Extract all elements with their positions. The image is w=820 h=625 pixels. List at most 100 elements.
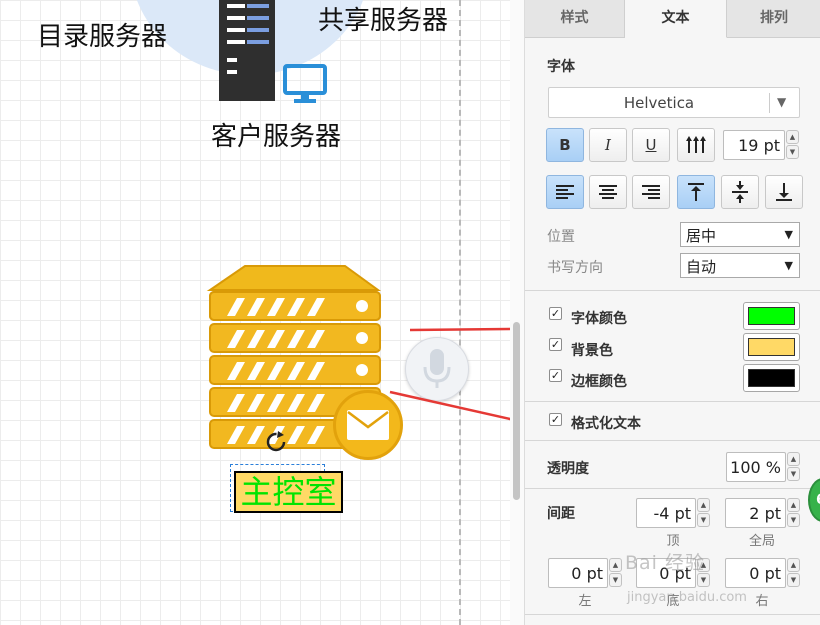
vertical-text-icon bbox=[686, 136, 706, 153]
stepper-up-icon[interactable]: ▲ bbox=[787, 558, 800, 572]
opacity-input[interactable]: 100 % bbox=[726, 452, 786, 482]
font-color-checkbox[interactable]: ✓ bbox=[549, 307, 562, 320]
spacing-global-input[interactable]: 2 pt bbox=[725, 498, 786, 528]
page-break-line bbox=[459, 0, 461, 625]
spacing-right-stepper[interactable]: ▲ ▼ bbox=[787, 558, 800, 588]
bold-button[interactable]: B bbox=[546, 128, 584, 162]
spacing-global-stepper[interactable]: ▲ ▼ bbox=[787, 498, 800, 528]
border-color-chip bbox=[748, 369, 795, 387]
section-divider bbox=[525, 401, 820, 402]
writing-direction-select[interactable]: 自动 ▼ bbox=[680, 253, 800, 278]
valign-bottom-icon bbox=[776, 183, 792, 201]
background-color-chip bbox=[748, 338, 795, 356]
position-label: 位置 bbox=[547, 229, 575, 245]
spacing-left-input[interactable]: 0 pt bbox=[548, 558, 608, 588]
formatted-text-checkbox[interactable]: ✓ bbox=[549, 413, 562, 426]
align-right-icon bbox=[642, 185, 660, 199]
spacing-top-input[interactable]: -4 pt bbox=[636, 498, 696, 528]
section-divider bbox=[525, 290, 820, 291]
background-color-swatch[interactable] bbox=[743, 333, 800, 361]
watermark-text: Bai 经验 bbox=[625, 552, 705, 574]
selected-text-label[interactable]: 主控室 bbox=[234, 471, 343, 513]
formatted-text-label: 格式化文本 bbox=[571, 416, 641, 432]
canvas-scrollbar-thumb[interactable] bbox=[513, 322, 520, 500]
border-color-swatch[interactable] bbox=[743, 364, 800, 392]
position-value: 居中 bbox=[686, 227, 717, 245]
align-left-button[interactable] bbox=[546, 175, 584, 209]
stepper-up-icon[interactable]: ▲ bbox=[786, 130, 799, 144]
spacing-label: 间距 bbox=[547, 506, 575, 522]
valign-middle-button[interactable] bbox=[721, 175, 759, 209]
stepper-down-icon[interactable]: ▼ bbox=[787, 513, 800, 527]
font-select-divider bbox=[769, 93, 770, 113]
section-divider bbox=[525, 440, 820, 441]
underline-button[interactable]: U bbox=[632, 128, 670, 162]
canvas-scrollbar-track[interactable] bbox=[510, 0, 524, 625]
border-color-checkbox[interactable]: ✓ bbox=[549, 369, 562, 382]
font-color-chip bbox=[748, 307, 795, 325]
section-divider bbox=[525, 488, 820, 489]
spacing-top-stepper[interactable]: ▲ ▼ bbox=[697, 498, 710, 528]
dropdown-arrow-icon: ▼ bbox=[784, 259, 793, 272]
stepper-up-icon[interactable]: ▲ bbox=[787, 498, 800, 512]
server-tower-icon[interactable] bbox=[219, 0, 277, 102]
spacing-top-label: 顶 bbox=[666, 534, 680, 549]
spacing-left-stepper[interactable]: ▲ ▼ bbox=[609, 558, 622, 588]
background-color-label: 背景色 bbox=[571, 343, 613, 359]
font-color-swatch[interactable] bbox=[743, 302, 800, 330]
format-panel: 样式 文本 排列 字体 Helvetica ▼ B I U 19 pt ▲ ▼ bbox=[524, 0, 820, 625]
stepper-down-icon[interactable]: ▼ bbox=[786, 145, 799, 159]
tab-style[interactable]: 样式 bbox=[525, 0, 625, 38]
tab-text[interactable]: 文本 bbox=[625, 0, 727, 38]
dropdown-arrow-icon: ▼ bbox=[777, 95, 787, 109]
microphone-icon bbox=[423, 349, 451, 388]
font-size-stepper[interactable]: ▲ ▼ bbox=[786, 130, 799, 160]
stepper-down-icon[interactable]: ▼ bbox=[787, 573, 800, 587]
diagram-canvas[interactable]: 目录服务器 共享服务器 客户服务器 主控室 bbox=[0, 0, 510, 625]
border-color-label: 边框颜色 bbox=[571, 374, 627, 390]
dropdown-arrow-icon: ▼ bbox=[784, 228, 793, 241]
align-center-button[interactable] bbox=[589, 175, 627, 209]
spacing-global-label: 全局 bbox=[748, 534, 775, 549]
font-section-title: 字体 bbox=[547, 59, 575, 75]
panel-tabs: 样式 文本 排列 bbox=[525, 0, 820, 38]
stepper-down-icon[interactable]: ▼ bbox=[697, 513, 710, 527]
font-family-select[interactable]: Helvetica ▼ bbox=[548, 87, 800, 118]
spacing-right-label: 右 bbox=[755, 594, 769, 609]
align-right-button[interactable] bbox=[632, 175, 670, 209]
voice-input-button[interactable] bbox=[405, 337, 469, 401]
tab-arrange[interactable]: 排列 bbox=[727, 0, 820, 38]
opacity-label: 透明度 bbox=[547, 461, 589, 477]
stepper-up-icon[interactable]: ▲ bbox=[787, 452, 800, 466]
valign-bottom-button[interactable] bbox=[765, 175, 803, 209]
position-select[interactable]: 居中 ▼ bbox=[680, 222, 800, 247]
stepper-down-icon[interactable]: ▼ bbox=[697, 573, 710, 587]
align-center-icon bbox=[599, 185, 617, 199]
vertical-text-button[interactable] bbox=[677, 128, 715, 162]
opacity-stepper[interactable]: ▲ ▼ bbox=[787, 452, 800, 482]
monitor-icon[interactable] bbox=[283, 64, 329, 104]
stepper-down-icon[interactable]: ▼ bbox=[787, 467, 800, 481]
font-size-input[interactable]: 19 pt bbox=[723, 130, 785, 160]
section-divider bbox=[525, 614, 820, 615]
label-directory-server[interactable]: 目录服务器 bbox=[37, 16, 167, 53]
italic-button[interactable]: I bbox=[589, 128, 627, 162]
background-color-checkbox[interactable]: ✓ bbox=[549, 338, 562, 351]
rotate-icon[interactable] bbox=[265, 430, 287, 452]
writing-direction-value: 自动 bbox=[686, 258, 717, 276]
label-client-server[interactable]: 客户服务器 bbox=[211, 116, 341, 153]
mail-icon[interactable] bbox=[333, 390, 403, 460]
watermark-url: jingyan.baidu.com bbox=[627, 590, 747, 605]
font-color-label: 字体颜色 bbox=[571, 311, 627, 327]
spacing-right-input[interactable]: 0 pt bbox=[725, 558, 786, 588]
valign-top-icon bbox=[688, 183, 704, 201]
label-shared-server[interactable]: 共享服务器 bbox=[318, 0, 448, 37]
spacing-left-label: 左 bbox=[578, 594, 592, 609]
valign-middle-icon bbox=[732, 181, 748, 203]
writing-direction-label: 书写方向 bbox=[547, 260, 603, 276]
stepper-down-icon[interactable]: ▼ bbox=[609, 573, 622, 587]
stepper-up-icon[interactable]: ▲ bbox=[609, 558, 622, 572]
valign-top-button[interactable] bbox=[677, 175, 715, 209]
align-left-icon bbox=[556, 185, 574, 199]
stepper-up-icon[interactable]: ▲ bbox=[697, 498, 710, 512]
